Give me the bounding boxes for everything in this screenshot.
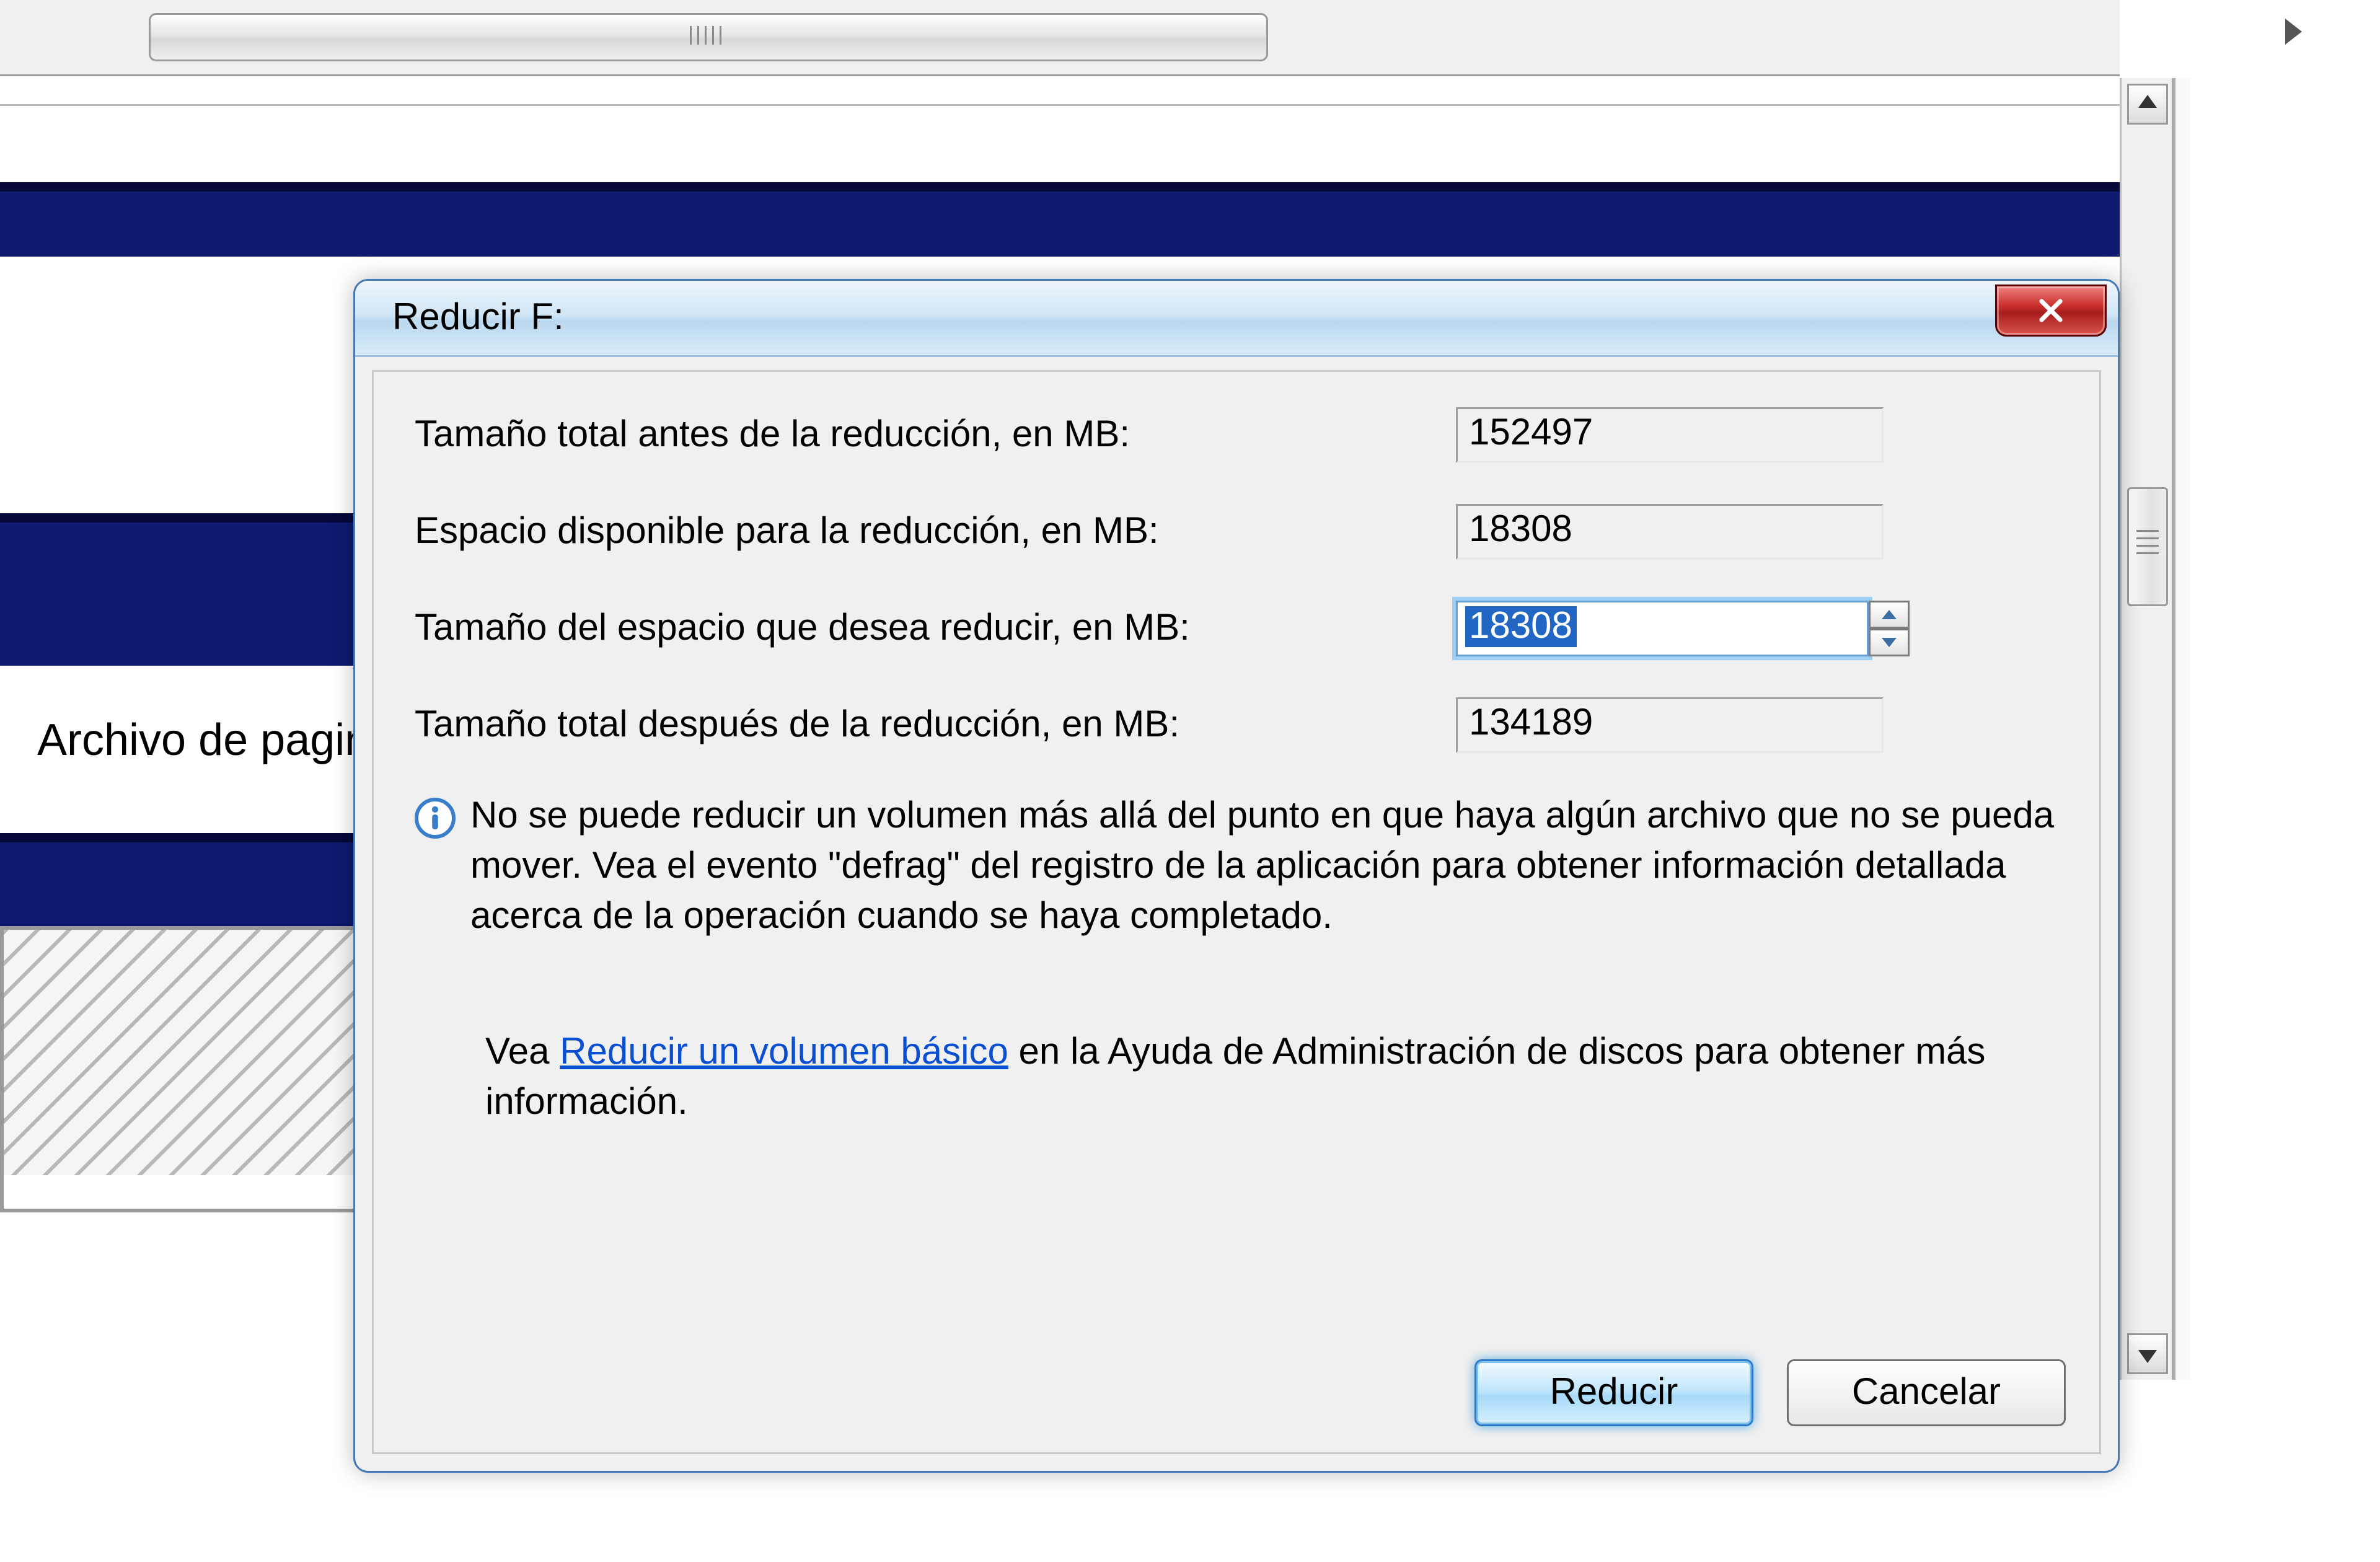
reduce-button[interactable]: Reducir (1474, 1359, 1753, 1426)
info-text: No se puede reducir un volumen más allá … (470, 792, 2062, 943)
info-block: No se puede reducir un volumen más allá … (415, 792, 2062, 943)
bg-band-2 (0, 513, 353, 666)
label-amount-to-shrink: Tamaño del espacio que desea reducir, en… (415, 607, 1456, 650)
info-icon (415, 792, 470, 943)
help-link[interactable]: Reducir un volumen básico (560, 1032, 1008, 1073)
v-scrollbar[interactable] (2120, 78, 2174, 1380)
v-scroll-thumb[interactable] (2127, 487, 2168, 606)
bg-band-3 (0, 833, 353, 926)
close-icon (2038, 298, 2064, 324)
value-available: 18308 (1456, 504, 1884, 560)
amount-to-shrink-selected-text: 18308 (1465, 606, 1576, 647)
help-prefix: Vea (485, 1032, 560, 1073)
value-total-after: 134189 (1456, 697, 1884, 753)
bg-hatched-area (0, 926, 361, 1212)
v-scroll-up-button[interactable] (2127, 84, 2168, 125)
help-text: Vea Reducir un volumen básico en la Ayud… (485, 1028, 2062, 1129)
close-button[interactable] (1995, 285, 2107, 337)
bg-band-1 (0, 182, 2120, 257)
row-total-before: Tamaño total antes de la reducción, en M… (415, 405, 2062, 465)
row-amount-to-shrink: Tamaño del espacio que desea reducir, en… (415, 599, 2062, 658)
chevron-down-icon (1882, 638, 1897, 647)
row-total-after: Tamaño total después de la reducción, en… (415, 695, 2062, 755)
chevron-up-icon (1882, 610, 1897, 619)
spinner-up-button[interactable] (1869, 601, 1910, 629)
dialog-buttons: Reducir Cancelar (1474, 1359, 2066, 1426)
label-total-before: Tamaño total antes de la reducción, en M… (415, 414, 1456, 457)
value-total-before: 152497 (1456, 407, 1884, 463)
v-scroll-down-button[interactable] (2127, 1333, 2168, 1374)
label-total-after: Tamaño total después de la reducción, en… (415, 704, 1456, 747)
row-available: Espacio disponible para la reducción, en… (415, 502, 2062, 562)
window-edge (2172, 78, 2190, 1380)
dialog-title: Reducir F: (392, 298, 564, 340)
spinner-down-button[interactable] (1869, 629, 1910, 656)
amount-to-shrink-spinner[interactable]: 18308 (1456, 601, 1913, 656)
h-scroll-right-arrow-icon[interactable] (2285, 19, 2302, 45)
label-available: Espacio disponible para la reducción, en… (415, 511, 1456, 554)
h-scroll-thumb[interactable] (149, 13, 1268, 61)
amount-to-shrink-input[interactable]: 18308 (1456, 601, 1869, 656)
shrink-dialog: Reducir F: Tamaño total antes de la redu… (353, 279, 2120, 1473)
bg-truncated-label: Archivo de pagin (37, 716, 369, 768)
dialog-titlebar[interactable]: Reducir F: (355, 281, 2118, 357)
dialog-client-area: Tamaño total antes de la reducción, en M… (372, 370, 2101, 1454)
cancel-button[interactable]: Cancelar (1787, 1359, 2066, 1426)
